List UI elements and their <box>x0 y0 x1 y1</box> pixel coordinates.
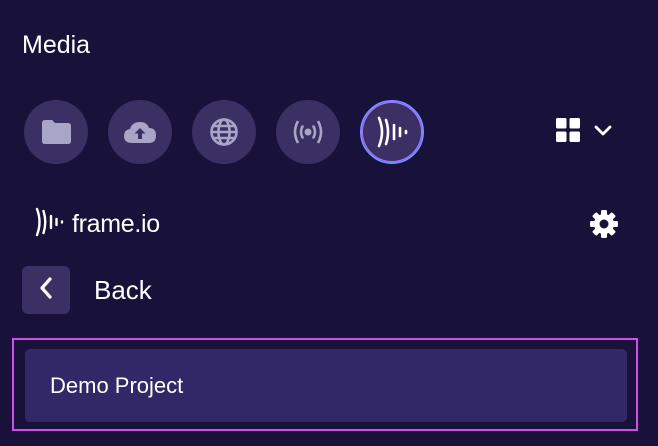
broadcast-icon <box>290 119 326 145</box>
frameio-logo-icon <box>34 207 64 242</box>
folder-icon <box>40 119 72 145</box>
provider-name: frame.io <box>72 210 160 238</box>
cloud-upload-icon <box>123 120 157 144</box>
panel-title: Media <box>22 31 91 59</box>
frameio-icon <box>375 116 409 148</box>
project-list-item[interactable]: Demo Project <box>25 349 627 422</box>
back-button-box[interactable] <box>22 266 70 314</box>
chevron-down-icon <box>594 124 612 142</box>
gear-icon <box>589 210 619 243</box>
source-live-button[interactable] <box>276 100 340 164</box>
grid-icon <box>556 118 580 147</box>
back-label[interactable]: Back <box>94 274 152 306</box>
provider-header: frame.io <box>34 206 160 242</box>
source-upload-button[interactable] <box>108 100 172 164</box>
provider-settings-button[interactable] <box>589 209 619 244</box>
view-mode-toggle[interactable] <box>556 118 612 147</box>
project-label: Demo Project <box>50 372 184 398</box>
chevron-left-icon <box>39 276 53 304</box>
source-selector <box>24 100 424 164</box>
globe-icon <box>209 117 239 147</box>
source-local-folder-button[interactable] <box>24 100 88 164</box>
source-frameio-button[interactable] <box>360 100 424 164</box>
source-web-button[interactable] <box>192 100 256 164</box>
media-panel: Media frame.io Back Demo Project <box>0 0 658 446</box>
back-button[interactable]: Back <box>22 266 152 314</box>
